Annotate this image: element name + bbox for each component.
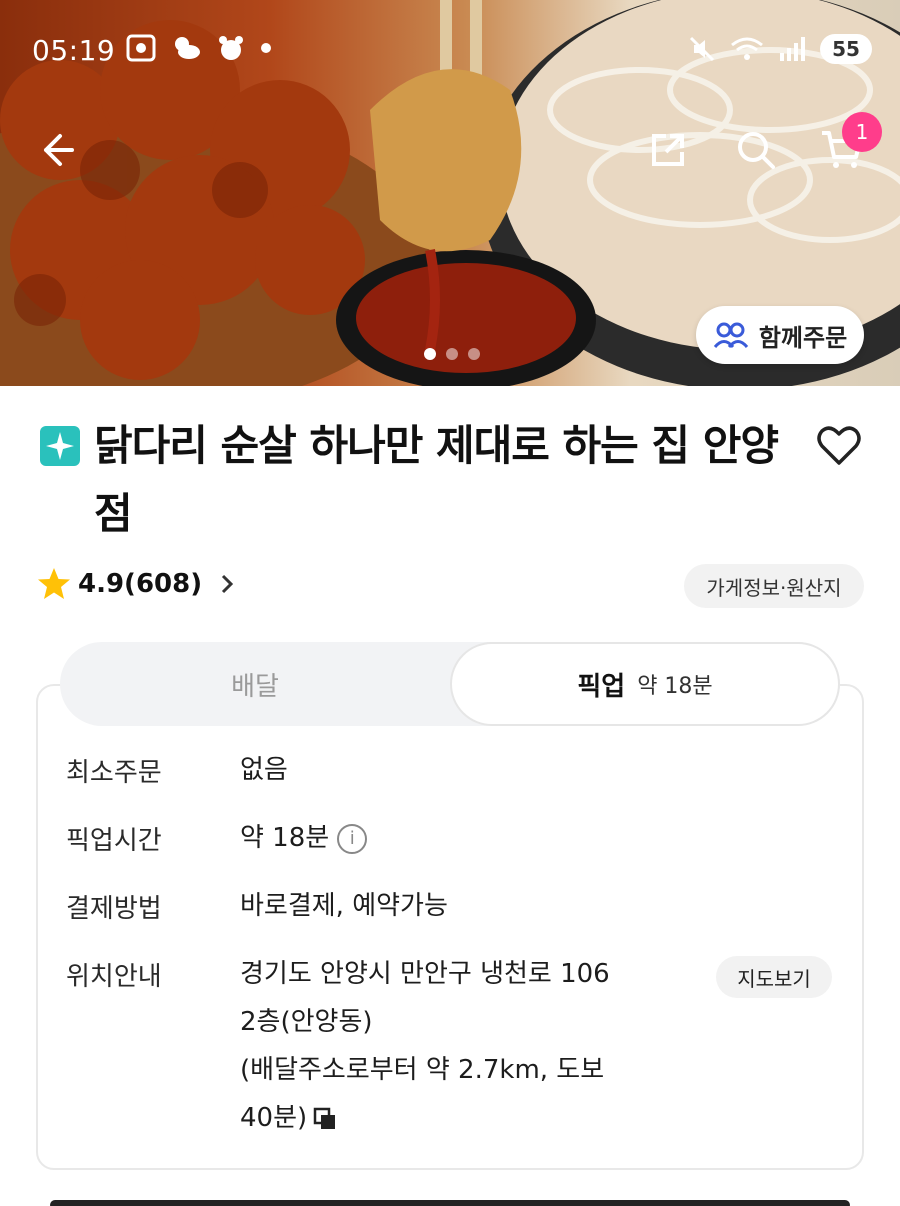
wifi-icon xyxy=(731,37,763,60)
share-icon xyxy=(652,134,684,166)
copy-icon[interactable] xyxy=(313,1107,337,1131)
carousel-dot xyxy=(424,348,436,360)
arrow-left-icon xyxy=(44,134,74,166)
carousel-dot xyxy=(446,348,458,360)
store-name: 닭다리 순살 하나만 제대로 하는 집 안양점 xyxy=(94,421,779,538)
mute-icon xyxy=(689,36,715,62)
group-order-label: 함께주문 xyxy=(758,323,848,352)
tab-delivery[interactable]: 배달 xyxy=(60,642,450,726)
pickup-time-label: 픽업시간 xyxy=(66,826,162,856)
location-value: 경기도 안양시 만안구 냉천로 106 2층(안양동) (배달주소로부터 약 2… xyxy=(240,950,680,1142)
tab-pickup[interactable]: 픽업 약 18분 xyxy=(450,642,840,726)
group-order-button[interactable]: 함께주문 xyxy=(696,306,864,364)
cart-count-badge: 1 xyxy=(842,112,882,152)
search-button[interactable] xyxy=(730,124,782,176)
chevron-right-icon xyxy=(222,574,234,594)
back-button[interactable] xyxy=(30,124,82,176)
status-bar: 05:19 55 xyxy=(0,0,900,100)
hero-image-carousel[interactable]: 05:19 55 1 함께주문 xyxy=(0,0,900,386)
location-label: 위치안내 xyxy=(66,962,162,992)
address-line-1: 경기도 안양시 만안구 냉천로 106 xyxy=(240,959,610,989)
distance-line-2: 40분) xyxy=(240,1103,308,1133)
star-icon xyxy=(38,568,70,599)
status-left-icons xyxy=(126,34,272,62)
distance-line-2-wrap: 40분) xyxy=(240,1094,680,1142)
min-order-value: 없음 xyxy=(240,755,288,785)
rating-link[interactable]: 4.9(608) xyxy=(36,566,238,602)
status-right-icons: 55 xyxy=(688,34,872,64)
notification-dot-icon xyxy=(261,43,271,53)
favorite-button[interactable] xyxy=(814,420,864,470)
heart-icon xyxy=(817,426,861,465)
min-order-label: 최소주문 xyxy=(66,758,162,788)
carousel-dot xyxy=(468,348,480,360)
info-icon[interactable]: i xyxy=(337,823,368,854)
signal-icon xyxy=(780,37,805,61)
status-time: 05:19 xyxy=(32,34,116,67)
tab-pickup-time: 약 18분 xyxy=(637,674,713,699)
address-line-2: 2층(안양동) xyxy=(240,1007,373,1037)
battery-indicator: 55 xyxy=(820,34,872,64)
rating-value: 4.9(608) xyxy=(78,569,203,599)
payment-label: 결제방법 xyxy=(66,894,162,924)
view-map-button[interactable]: 지도보기 xyxy=(716,956,832,998)
pickup-time-value: 약 18분 xyxy=(240,823,330,853)
people-icon xyxy=(713,322,748,348)
carousel-indicator xyxy=(424,348,480,360)
store-info-button[interactable]: 가게정보·원산지 xyxy=(684,564,864,608)
pet-icon xyxy=(219,36,243,60)
screenshot-icon xyxy=(126,34,156,62)
search-icon xyxy=(738,132,775,169)
payment-value: 바로결제, 예약가능 xyxy=(240,891,448,921)
store-badge-icon xyxy=(40,426,80,466)
pickup-time-value-wrap: 약 18분 i xyxy=(240,814,680,862)
tab-pickup-label: 픽업 xyxy=(577,671,626,702)
order-type-tabs: 배달 픽업 약 18분 xyxy=(60,642,840,726)
distance-line-1: (배달주소로부터 약 2.7km, 도보 xyxy=(240,1055,605,1085)
weather-icon xyxy=(175,37,200,59)
bottom-bar-edge xyxy=(50,1200,850,1206)
share-button[interactable] xyxy=(642,124,694,176)
